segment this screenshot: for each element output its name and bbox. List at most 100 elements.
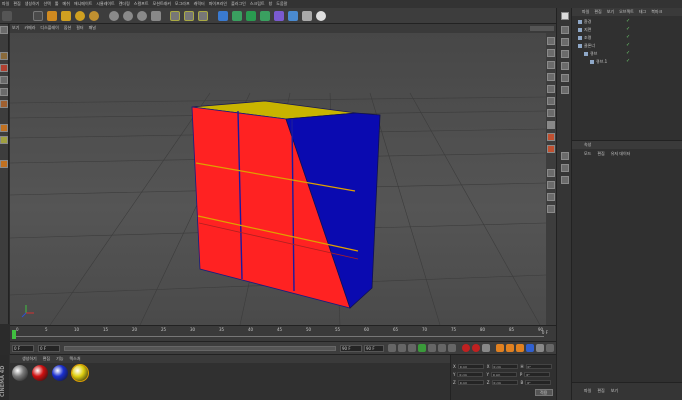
visibility-check-icon[interactable]: ✓: [626, 18, 630, 24]
material-menu-item-0[interactable]: 생성하기: [22, 357, 37, 361]
viewport-menu-item-1[interactable]: 카메라: [24, 26, 35, 30]
goto-end-icon[interactable]: [438, 344, 446, 352]
coordinate-value-field[interactable]: 0°: [524, 372, 551, 377]
layout-icon-11[interactable]: [547, 169, 555, 177]
object-manager-menu-item-5[interactable]: 북마크: [651, 10, 662, 14]
model-mode-icon[interactable]: [0, 52, 8, 60]
play-backward-icon[interactable]: [408, 344, 416, 352]
coordinate-value-field[interactable]: 0°: [525, 380, 552, 385]
viewport-menu-item-5[interactable]: 패널: [89, 26, 96, 30]
layout-icon-2[interactable]: [547, 49, 555, 57]
points-mode-icon[interactable]: [0, 76, 8, 84]
locked-workplane-icon[interactable]: [0, 160, 8, 168]
coordinate-value-field[interactable]: 0 cm: [490, 372, 517, 377]
menu-item-10[interactable]: 모션트래커: [153, 2, 171, 6]
goto-start-icon[interactable]: [388, 344, 396, 352]
light-icon[interactable]: [316, 11, 326, 21]
panel-tab-icon-2[interactable]: [561, 26, 569, 34]
select-cursor-icon[interactable]: [33, 11, 43, 21]
menu-item-5[interactable]: 메쉬: [63, 2, 70, 6]
keyframe-selection-icon[interactable]: [482, 344, 490, 352]
render-settings-icon[interactable]: [198, 11, 208, 21]
scale-icon[interactable]: [61, 11, 71, 21]
material-menu-item-3[interactable]: 텍스처: [69, 357, 80, 361]
layers-menu-item-2[interactable]: 보기: [611, 389, 618, 393]
edges-mode-icon[interactable]: [0, 88, 8, 96]
coordinate-value-field[interactable]: 0 cm: [457, 380, 484, 385]
layout-icon-8[interactable]: [547, 121, 555, 129]
apply-button[interactable]: 적용: [535, 389, 553, 396]
recent-tool-icon[interactable]: [89, 11, 99, 21]
end-frame-field[interactable]: 90 F: [340, 345, 362, 352]
visibility-check-icon[interactable]: ✓: [626, 26, 630, 32]
scale-key-icon[interactable]: [506, 344, 514, 352]
snap-icon[interactable]: [0, 124, 8, 132]
menu-item-14[interactable]: 플러그인: [231, 2, 246, 6]
menu-item-1[interactable]: 편집: [13, 2, 20, 6]
x-axis-icon[interactable]: [109, 11, 119, 21]
material-swatch[interactable]: [71, 364, 89, 382]
material-menu-item-2[interactable]: 기능: [56, 357, 63, 361]
menu-item-16[interactable]: 창: [269, 2, 273, 6]
frame-range-slider[interactable]: [64, 346, 336, 351]
y-axis-icon[interactable]: [123, 11, 133, 21]
prev-key-icon[interactable]: [398, 344, 406, 352]
viewport-menu-item-2[interactable]: 디스플레이: [40, 26, 58, 30]
menu-item-15[interactable]: 스크립트: [250, 2, 265, 6]
coordinate-value-field[interactable]: 0 cm: [491, 364, 518, 369]
menu-item-2[interactable]: 생성하기: [25, 2, 40, 6]
layout-icon-14[interactable]: [547, 205, 555, 213]
layers-menu-item-0[interactable]: 파일: [584, 389, 591, 393]
parameter-key-icon[interactable]: [526, 344, 534, 352]
object-manager-menu-item-0[interactable]: 파일: [582, 10, 589, 14]
panel-tab-icon-9[interactable]: [561, 164, 569, 172]
start-frame-field[interactable]: 0 F: [38, 345, 60, 352]
coordinate-system-icon[interactable]: [151, 11, 161, 21]
layers-menu-item-1[interactable]: 편집: [597, 389, 604, 393]
camera-icon[interactable]: [302, 11, 312, 21]
subdivision-icon[interactable]: [246, 11, 256, 21]
panel-tab-icon-8[interactable]: [561, 152, 569, 160]
layout-icon-12[interactable]: [547, 181, 555, 189]
layout-icon-13[interactable]: [547, 193, 555, 201]
menu-item-9[interactable]: 스컬프트: [134, 2, 149, 6]
menu-item-8[interactable]: 렌더링: [119, 2, 130, 6]
spline-pen-icon[interactable]: [232, 11, 242, 21]
viewport-nav-icons[interactable]: [530, 26, 554, 31]
material-swatch[interactable]: [52, 365, 68, 381]
array-icon[interactable]: [260, 11, 270, 21]
visibility-check-icon[interactable]: ✓: [626, 42, 630, 48]
loop-icon[interactable]: [448, 344, 456, 352]
current-frame-field[interactable]: 0 F: [12, 345, 34, 352]
rotation-key-icon[interactable]: [516, 344, 524, 352]
make-editable-icon[interactable]: [0, 26, 8, 34]
visibility-check-icon[interactable]: ✓: [626, 58, 630, 64]
menu-item-11[interactable]: 모그라프: [175, 2, 190, 6]
layout-icon-1[interactable]: [547, 37, 555, 45]
timeline[interactable]: 0 5 10 15 20 25 30 35 40 45 50 55 60 65 70 75 80 85 90 0 F: [10, 325, 556, 341]
object-tree-row[interactable]: 클론너: [578, 42, 595, 49]
layout-icon-3[interactable]: [547, 61, 555, 69]
pla-key-icon[interactable]: [536, 344, 544, 352]
viewport[interactable]: [10, 33, 546, 325]
panel-tab-icon-7[interactable]: [561, 86, 569, 94]
object-manager-menu-item-1[interactable]: 편집: [594, 10, 601, 14]
object-manager-menu-item-3[interactable]: 오브젝트: [619, 10, 634, 14]
autokey-icon[interactable]: [472, 344, 480, 352]
panel-tab-icon-4[interactable]: [561, 50, 569, 58]
menu-item-6[interactable]: 애니메이트: [74, 2, 92, 6]
object-tree-row[interactable]: 지면: [578, 26, 591, 33]
menu-item-7[interactable]: 시뮬레이트: [96, 2, 114, 6]
render-view-icon[interactable]: [170, 11, 180, 21]
panel-tab-icon-10[interactable]: [561, 176, 569, 184]
viewport-menu-item-3[interactable]: 옵션: [64, 26, 71, 30]
object-tree-row[interactable]: 조명: [578, 34, 591, 41]
workplane-icon[interactable]: [0, 136, 8, 144]
material-menu-item-1[interactable]: 편집: [43, 357, 50, 361]
z-axis-icon[interactable]: [137, 11, 147, 21]
object-manager-menu-item-4[interactable]: 태그: [639, 10, 646, 14]
menu-item-3[interactable]: 선택: [43, 2, 50, 6]
attributes-tab-2[interactable]: 유저 데이터: [611, 152, 631, 156]
attributes-tab-1[interactable]: 편집: [597, 152, 604, 156]
material-swatch[interactable]: [32, 365, 48, 381]
